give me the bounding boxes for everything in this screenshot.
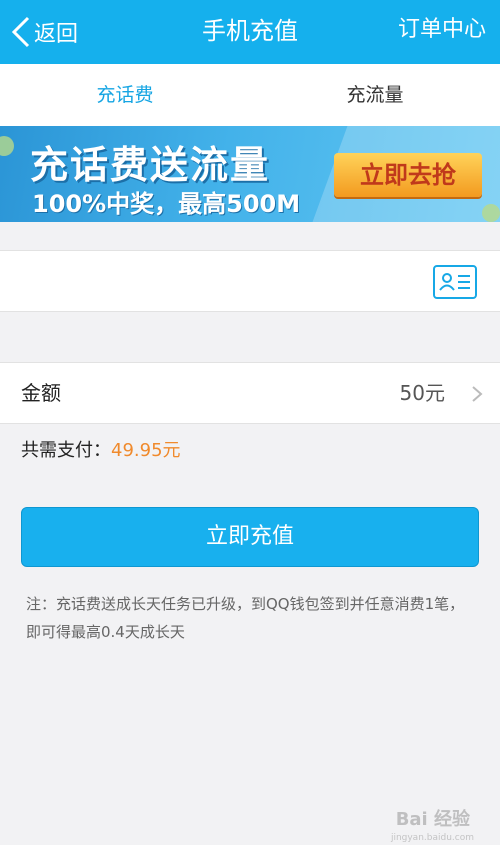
amount-row[interactable]: 金额 50元 [0, 362, 500, 424]
tab-phone-bill[interactable]: 充话费 [0, 64, 250, 126]
coin-decoration [0, 136, 14, 156]
phone-number-row [0, 250, 500, 312]
promo-banner[interactable]: 充话费送流量 100%中奖，最高500M 立即去抢 [0, 126, 500, 222]
banner-title: 充话费送流量 [30, 143, 271, 187]
banner-cta-button[interactable]: 立即去抢 [334, 153, 482, 197]
app-header: 返回 手机充值 订单中心 [0, 0, 500, 64]
phone-number-input[interactable] [20, 261, 400, 303]
order-center-link[interactable]: 订单中心 [398, 0, 486, 64]
chevron-right-icon [472, 386, 483, 402]
amount-label: 金额 [21, 381, 61, 405]
coin-decoration [482, 204, 500, 222]
watermark-url: jingyan.baidu.com [390, 833, 474, 843]
amount-value: 50元 [399, 381, 445, 405]
recharge-button[interactable]: 立即充值 [21, 507, 479, 567]
tab-data-plan[interactable]: 充流量 [250, 64, 500, 126]
watermark-logo: Bai 经验 [395, 809, 470, 830]
promo-note: 注：充话费送成长天任务已升级，到QQ钱包签到并任意消费1笔，即可得最高0.4天成… [26, 595, 465, 641]
carrier-info-row [0, 312, 500, 362]
contact-card-icon [439, 273, 470, 291]
contacts-button[interactable] [433, 265, 477, 299]
tab-bar: 充话费 充流量 [0, 64, 500, 126]
total-payment: 共需支付：49.95元 [21, 436, 181, 462]
banner-subtitle: 100%中奖，最高500M [32, 190, 301, 218]
total-payment-label: 共需支付： [21, 440, 111, 461]
total-payment-value: 49.95元 [111, 440, 181, 461]
